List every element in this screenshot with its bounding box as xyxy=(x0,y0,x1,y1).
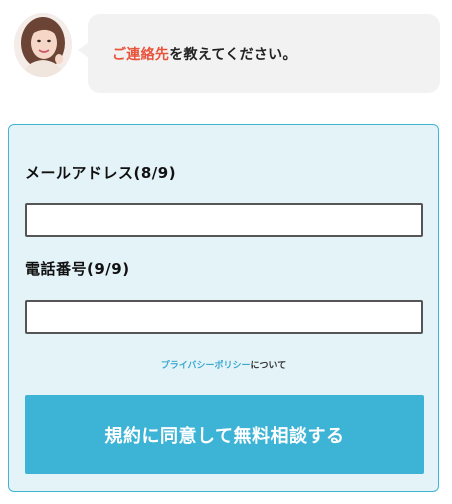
phone-label: 電話番号(9/9) xyxy=(25,260,130,278)
privacy-suffix: について xyxy=(250,361,287,371)
prompt-message-accent: ご連絡先 xyxy=(112,47,170,63)
speech-bubble: ご連絡先を教えてください。 xyxy=(78,14,440,93)
phone-field[interactable] xyxy=(25,300,423,334)
contact-step-page: ご連絡先を教えてください。 メールアドレス(8/9) 電話番号(9/9) プライ… xyxy=(0,0,452,504)
prompt-message-rest: を教えてください。 xyxy=(169,47,297,63)
email-field[interactable] xyxy=(25,203,423,237)
privacy-policy-link[interactable]: プライバシーポリシー xyxy=(161,361,251,371)
prompt-message: ご連絡先を教えてください。 xyxy=(112,44,297,64)
operator-avatar-icon xyxy=(14,13,72,77)
contact-form-panel: メールアドレス(8/9) 電話番号(9/9) プライバシーポリシーについて 規約… xyxy=(8,124,439,492)
privacy-notice: プライバシーポリシーについて xyxy=(9,358,438,371)
agree-and-submit-button[interactable]: 規約に同意して無料相談する xyxy=(25,395,424,474)
email-label: メールアドレス(8/9) xyxy=(25,164,177,182)
